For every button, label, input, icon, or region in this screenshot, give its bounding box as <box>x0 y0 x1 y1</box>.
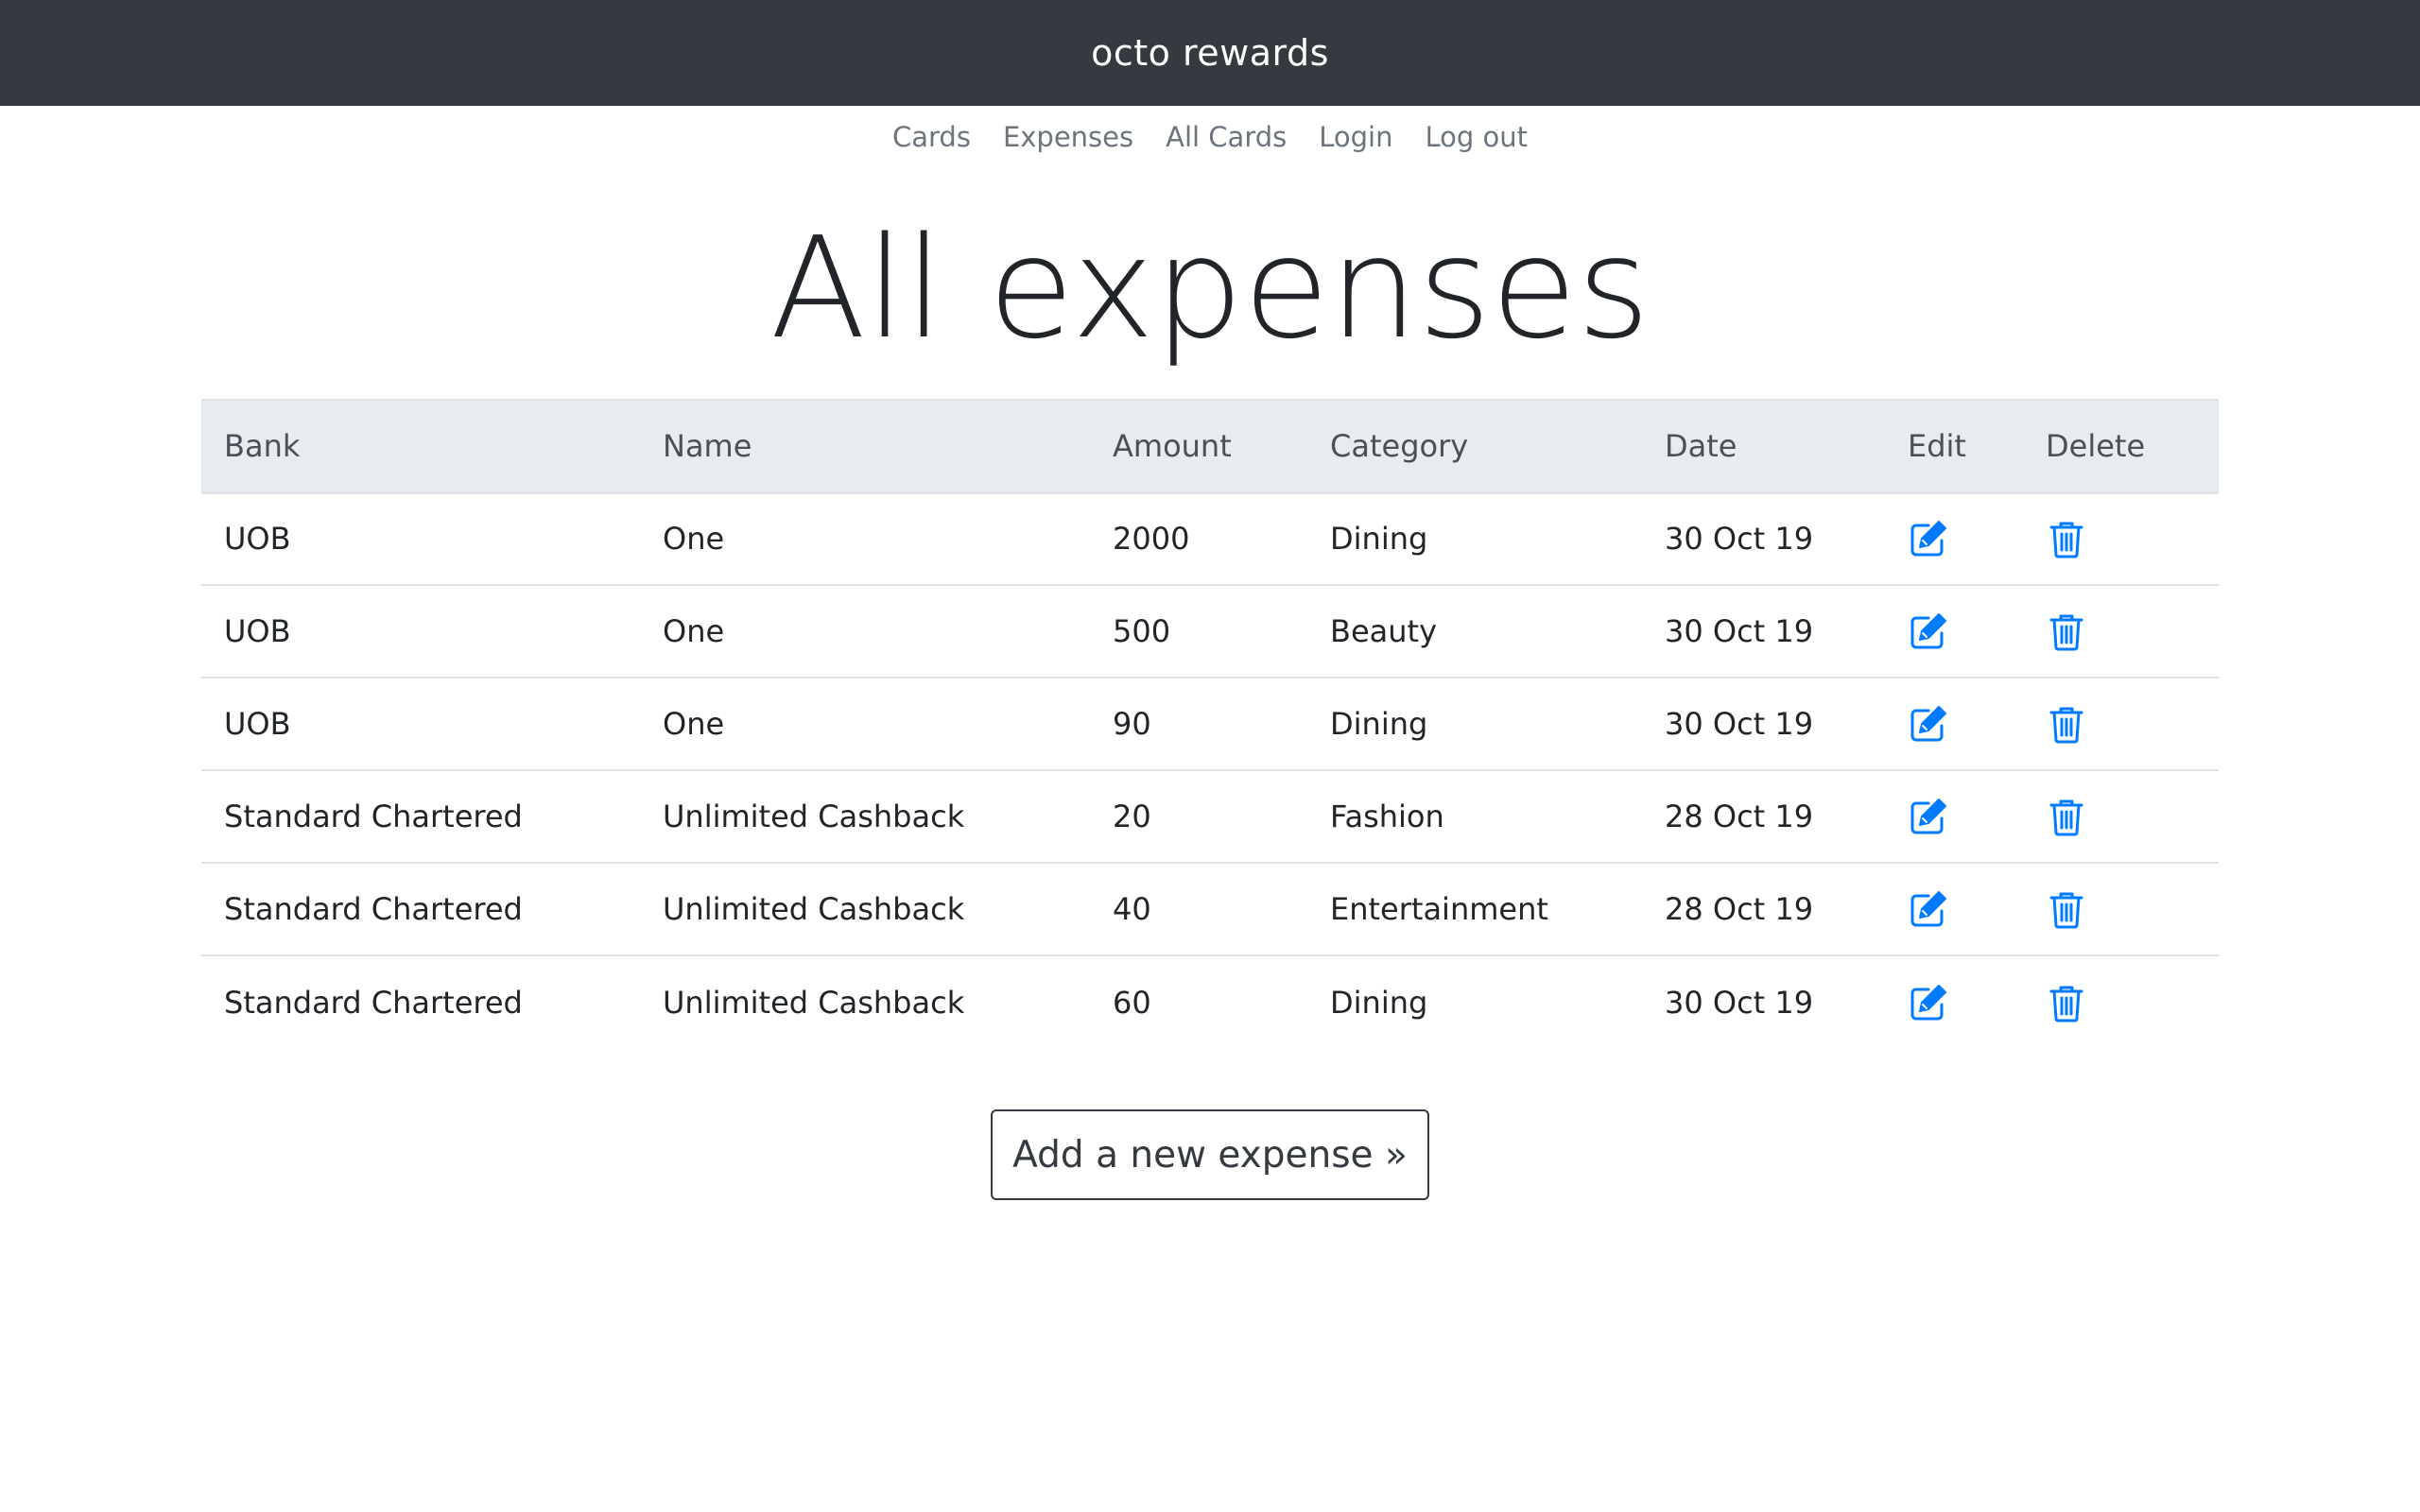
edit-icon[interactable] <box>1908 888 1949 930</box>
cell-name: One <box>640 492 1090 586</box>
table-header-row: Bank Name Amount Category Date Edit Dele… <box>201 399 2219 494</box>
edit-icon[interactable] <box>1908 703 1949 745</box>
cell-bank: Standard Chartered <box>201 863 640 956</box>
table-row: UOB One 500 Beauty 30 Oct 19 <box>201 585 2219 679</box>
nav-link-all-cards[interactable]: All Cards <box>1166 121 1287 153</box>
cell-amount: 2000 <box>1090 492 1307 586</box>
page-title: All expenses <box>769 207 1651 369</box>
cell-edit <box>1885 492 2023 586</box>
table-row: UOB One 90 Dining 30 Oct 19 <box>201 678 2219 771</box>
cell-amount: 40 <box>1090 863 1307 956</box>
cell-bank: Standard Chartered <box>201 770 640 864</box>
cell-delete <box>2023 678 2219 771</box>
cell-date: 30 Oct 19 <box>1665 984 1814 1021</box>
top-navbar: octo rewards <box>0 0 2420 106</box>
cell-category: Dining <box>1307 678 1642 771</box>
cell-bank: UOB <box>201 585 640 679</box>
column-header-amount: Amount <box>1090 399 1307 494</box>
cell-amount: 60 <box>1113 984 1151 1021</box>
cell-delete <box>2023 863 2219 956</box>
cell-name: One <box>640 678 1090 771</box>
nav-link-cards[interactable]: Cards <box>892 121 971 153</box>
cell-category: Beauty <box>1307 585 1642 679</box>
edit-icon[interactable] <box>1908 796 1949 837</box>
column-header-delete: Delete <box>2023 399 2219 494</box>
cell-amount: 20 <box>1090 770 1307 864</box>
table-header: Bank Name Amount Category Date Edit Dele… <box>201 399 2219 494</box>
cell-date: 30 Oct 19 <box>1642 678 1885 771</box>
cell-amount: 90 <box>1090 678 1307 771</box>
trash-icon[interactable] <box>2046 610 2087 652</box>
cell-amount: 500 <box>1090 585 1307 679</box>
cell-name: One <box>640 585 1090 679</box>
column-header-name: Name <box>640 399 1090 494</box>
cell-edit <box>1885 678 2023 771</box>
cell-delete <box>2023 770 2219 864</box>
cell-date: 28 Oct 19 <box>1642 863 1885 956</box>
cell-date: 30 Oct 19 <box>1642 585 1885 679</box>
cell-date: 30 Oct 19 <box>1642 492 1885 586</box>
nav-link-logout[interactable]: Log out <box>1426 121 1529 153</box>
cell-delete <box>2023 492 2219 586</box>
expenses-table-container: Bank Name Amount Category Date Edit Dele… <box>201 399 2219 1048</box>
cell-edit <box>1885 770 2023 864</box>
cell-category: Dining <box>1307 492 1642 586</box>
edit-icon[interactable] <box>1908 982 1949 1023</box>
cell-delete <box>2023 585 2219 679</box>
cell-name: Unlimited Cashback <box>640 863 1090 956</box>
edit-icon[interactable] <box>1908 610 1949 652</box>
cell-delete <box>2023 955 2219 1048</box>
cell-category: Fashion <box>1307 770 1642 864</box>
column-header-date: Date <box>1642 399 1885 494</box>
expenses-table: Bank Name Amount Category Date Edit Dele… <box>201 399 2219 1048</box>
cell-name: Unlimited Cashback <box>663 984 965 1021</box>
table-row: Standard Chartered Unlimited Cashback 40… <box>201 863 2219 956</box>
nav-link-login[interactable]: Login <box>1319 121 1392 153</box>
trash-icon[interactable] <box>2046 982 2087 1023</box>
cell-edit <box>1885 863 2023 956</box>
table-body: UOB One 2000 Dining 30 Oct 19 UOB One 50… <box>201 492 2219 1048</box>
column-header-edit: Edit <box>1885 399 2023 494</box>
cell-category: Dining <box>1330 984 1428 1021</box>
cell-name: Unlimited Cashback <box>640 770 1090 864</box>
cell-edit <box>1885 585 2023 679</box>
edit-icon[interactable] <box>1908 518 1949 559</box>
cell-edit <box>1885 955 2023 1048</box>
nav-link-expenses[interactable]: Expenses <box>1003 121 1133 153</box>
trash-icon[interactable] <box>2046 518 2087 559</box>
brand-title[interactable]: octo rewards <box>1091 32 1329 74</box>
table-row: Standard Chartered Unlimited Cashback 20… <box>201 770 2219 864</box>
cell-bank: UOB <box>201 492 640 586</box>
column-header-category: Category <box>1307 399 1642 494</box>
table-row: Standard Chartered Unlimited Cashback 60… <box>201 955 2219 1048</box>
trash-icon[interactable] <box>2046 888 2087 930</box>
trash-icon[interactable] <box>2046 703 2087 745</box>
add-expense-button[interactable]: Add a new expense » <box>991 1109 1429 1200</box>
cell-category: Entertainment <box>1307 863 1642 956</box>
column-header-bank: Bank <box>201 399 640 494</box>
cell-bank: UOB <box>201 678 640 771</box>
table-row: UOB One 2000 Dining 30 Oct 19 <box>201 492 2219 586</box>
trash-icon[interactable] <box>2046 796 2087 837</box>
main-nav: Cards Expenses All Cards Login Log out <box>0 121 2420 153</box>
cell-date: 28 Oct 19 <box>1642 770 1885 864</box>
cell-bank: Standard Chartered <box>224 984 523 1021</box>
